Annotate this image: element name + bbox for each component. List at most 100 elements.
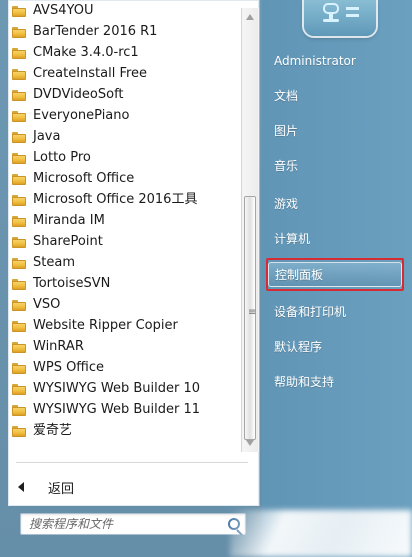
program-item-steam[interactable]: Steam [8, 252, 240, 273]
right-item-music[interactable]: 音乐 [274, 155, 298, 175]
tower-line-2 [346, 14, 359, 17]
folder-icon [12, 320, 26, 332]
program-label: DVDVideoSoft [33, 87, 124, 102]
folder-icon [12, 299, 26, 311]
right-item-games[interactable]: 游戏 [274, 193, 298, 213]
all-programs-panel: AVS4YOU BarTender 2016 R1 CMake 3.4.0-rc… [8, 0, 260, 506]
program-label: AVS4YOU [33, 3, 94, 18]
program-item-winrar[interactable]: WinRAR [8, 336, 240, 357]
program-item-sharepoint[interactable]: SharePoint [8, 231, 240, 252]
user-picture[interactable] [304, 0, 376, 36]
folder-icon [12, 89, 26, 101]
program-item-dvdvideosoft[interactable]: DVDVideoSoft [8, 84, 240, 105]
right-item-label: 计算机 [274, 231, 311, 246]
program-label: CMake 3.4.0-rc1 [33, 45, 139, 60]
right-item-default-programs[interactable]: 默认程序 [274, 336, 322, 356]
program-item-cmake-340-rc1[interactable]: CMake 3.4.0-rc1 [8, 42, 240, 63]
program-label: Website Ripper Copier [33, 318, 178, 333]
program-item-microsoft-office-2016-tools[interactable]: Microsoft Office 2016工具 [8, 189, 240, 210]
monitor-shape [323, 3, 339, 14]
program-item-bartender-2016-r1[interactable]: BarTender 2016 R1 [8, 21, 240, 42]
folder-icon [12, 68, 26, 80]
program-label: CreateInstall Free [33, 66, 148, 81]
program-label: WinRAR [33, 339, 84, 354]
programs-list: AVS4YOU BarTender 2016 R1 CMake 3.4.0-rc… [8, 0, 240, 452]
program-label: Lotto Pro [33, 150, 91, 165]
folder-icon [12, 194, 26, 206]
right-item-administrator[interactable]: Administrator [274, 51, 356, 71]
program-label: Miranda IM [33, 213, 105, 228]
folder-icon [12, 110, 26, 122]
scrollbar-thumb[interactable]: ≡ [244, 196, 256, 440]
right-item-documents[interactable]: 文档 [274, 85, 298, 105]
folder-icon [12, 404, 26, 416]
program-label: VSO [33, 297, 61, 312]
program-item-lotto-pro[interactable]: Lotto Pro [8, 147, 240, 168]
right-item-label: 游戏 [274, 196, 299, 211]
right-item-label: 控制面板 [275, 268, 324, 282]
right-item-label: 默认程序 [274, 339, 323, 354]
folder-icon [12, 215, 26, 227]
start-menu: AVS4YOU BarTender 2016 R1 CMake 3.4.0-rc… [0, 0, 412, 557]
search-input[interactable] [21, 514, 245, 534]
program-item-tortoisesvn[interactable]: TortoiseSVN [8, 273, 240, 294]
program-item-java[interactable]: Java [8, 126, 240, 147]
folder-icon [12, 131, 26, 143]
back-button[interactable]: 返回 [18, 478, 75, 497]
search-box[interactable] [20, 513, 246, 535]
program-item-vso[interactable]: VSO [8, 294, 240, 315]
folder-icon [12, 425, 26, 437]
folder-icon [12, 47, 26, 59]
left-divider [16, 462, 248, 463]
search-icon[interactable] [228, 518, 240, 530]
right-item-label: 设备和打印机 [274, 304, 347, 319]
right-item-label: 图片 [274, 123, 299, 138]
program-item-wysiwyg-web-builder-11[interactable]: WYSIWYG Web Builder 11 [8, 399, 240, 420]
right-item-label: 音乐 [274, 158, 299, 173]
program-label: BarTender 2016 R1 [33, 24, 158, 39]
right-item-computer[interactable]: 计算机 [274, 228, 310, 248]
right-item-control-panel[interactable]: 控制面板 [268, 262, 402, 287]
back-arrow-icon [18, 482, 24, 492]
program-label: 爱奇艺 [33, 423, 73, 438]
folder-icon [12, 362, 26, 374]
folder-icon [12, 383, 26, 395]
program-item-everyonepiano[interactable]: EveryonePiano [8, 105, 240, 126]
right-item-label: 文档 [274, 88, 299, 103]
folder-icon [12, 26, 26, 38]
folder-icon [12, 152, 26, 164]
program-item-website-ripper-copier[interactable]: Website Ripper Copier [8, 315, 240, 336]
monitor-base [323, 19, 339, 22]
program-label: Microsoft Office [33, 171, 135, 186]
folder-icon [12, 236, 26, 248]
program-label: TortoiseSVN [33, 276, 111, 291]
scroll-down-arrow-icon[interactable] [246, 440, 254, 446]
folder-icon [12, 5, 26, 17]
right-item-pictures[interactable]: 图片 [274, 120, 298, 140]
scroll-up-arrow-icon[interactable] [246, 14, 254, 20]
programs-scrollbar[interactable]: ≡ [241, 8, 259, 452]
folder-icon [12, 341, 26, 353]
program-item-avs4you[interactable]: AVS4YOU [8, 0, 240, 21]
program-item-miranda-im[interactable]: Miranda IM [8, 210, 240, 231]
program-item-iqiyi[interactable]: 爱奇艺 [8, 420, 240, 441]
program-label: Steam [33, 255, 75, 270]
folder-icon [12, 257, 26, 269]
tower-line-1 [346, 7, 359, 10]
program-item-wysiwyg-web-builder-10[interactable]: WYSIWYG Web Builder 10 [8, 378, 240, 399]
program-label: WYSIWYG Web Builder 10 [33, 381, 201, 396]
program-label: Microsoft Office 2016工具 [33, 192, 198, 207]
right-item-label: Administrator [274, 54, 356, 68]
right-panel: Administrator 文档 图片 音乐 游戏 计算机 控制面板 设备和打印… [262, 0, 412, 557]
program-item-wps-office[interactable]: WPS Office [8, 357, 240, 378]
right-item-devices-printers[interactable]: 设备和打印机 [274, 301, 346, 321]
program-item-microsoft-office[interactable]: Microsoft Office [8, 168, 240, 189]
program-label: WPS Office [33, 360, 105, 375]
computer-icon [321, 3, 359, 27]
program-label: Java [33, 129, 61, 144]
folder-icon [12, 173, 26, 185]
back-label: 返回 [48, 481, 75, 497]
program-item-createinstall-free[interactable]: CreateInstall Free [8, 63, 240, 84]
right-item-help-support[interactable]: 帮助和支持 [274, 371, 334, 391]
program-label: WYSIWYG Web Builder 11 [33, 402, 201, 417]
